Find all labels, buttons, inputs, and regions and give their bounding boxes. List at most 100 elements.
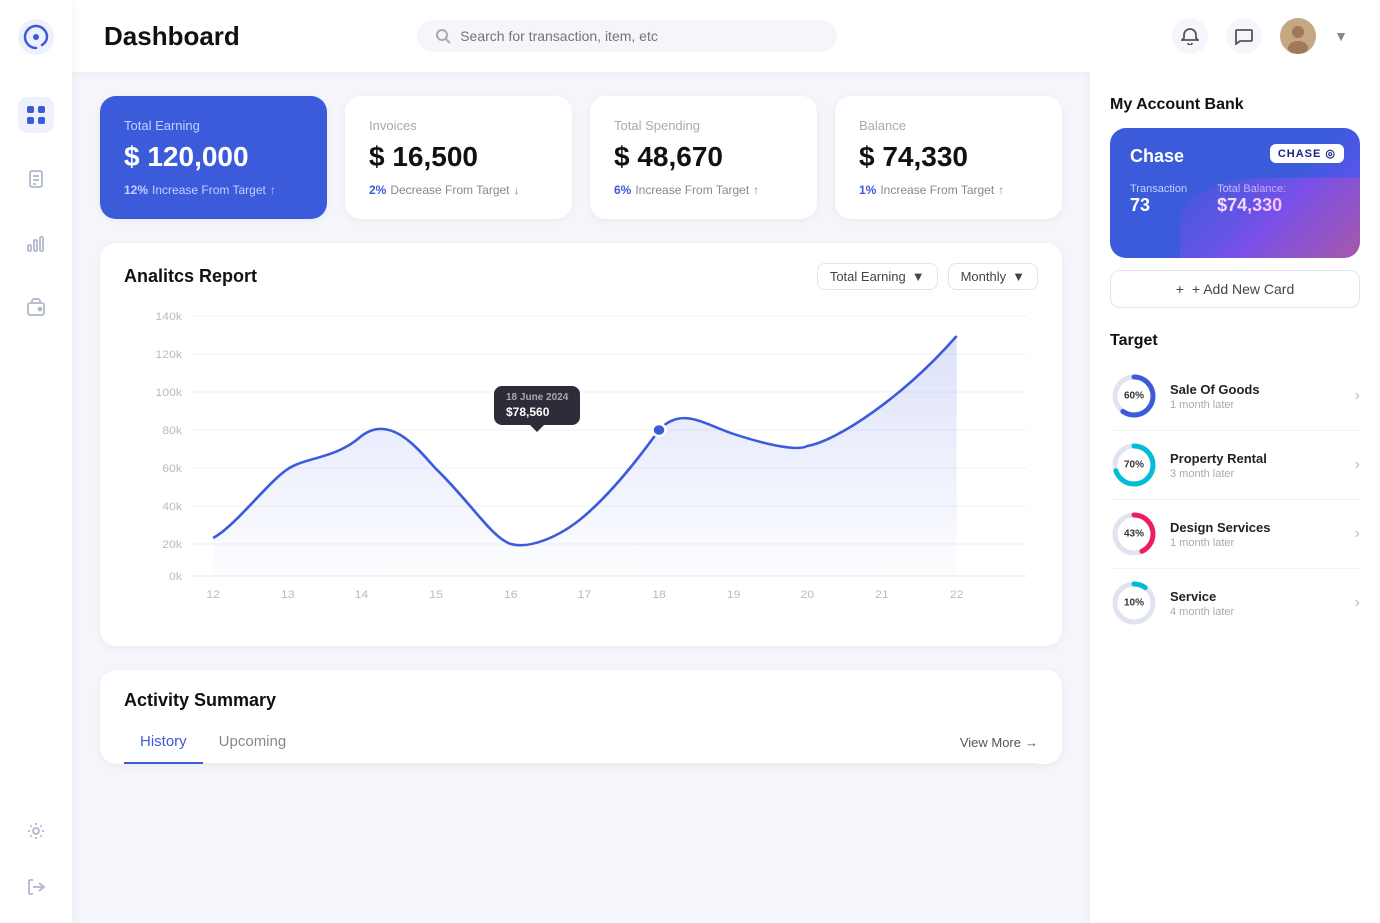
card-trend-invoices: 2% Decrease From Target ↓ — [369, 183, 548, 197]
search-input[interactable] — [460, 28, 819, 44]
sidebar-item-logout[interactable] — [18, 869, 54, 905]
svg-text:20k: 20k — [162, 539, 182, 551]
arrow-right-icon: → — [1025, 735, 1038, 750]
bank-card-logo: CHASE ◎ — [1270, 144, 1344, 163]
sidebar-item-dashboard[interactable] — [18, 97, 54, 133]
target-item-sale-of-goods[interactable]: 60% Sale Of Goods 1 month later › — [1110, 362, 1360, 431]
trend-arrow-balance: ↑ — [998, 183, 1004, 197]
chevron-right-icon-design: › — [1355, 525, 1360, 543]
chart-header: Analitcs Report Total Earning ▼ Monthly … — [124, 263, 1038, 290]
card-total-spending: Total Spending $ 48,670 6% Increase From… — [590, 96, 817, 219]
view-more-label: View More — [960, 735, 1021, 750]
cards-row: Total Earning $ 120,000 12% Increase Fro… — [100, 96, 1062, 219]
target-section: Target 60% Sale Of Goods 1 month later — [1110, 332, 1360, 637]
header: Dashboard — [72, 0, 1380, 72]
card-label-invoices: Invoices — [369, 118, 548, 133]
transaction-label: Transaction — [1130, 183, 1187, 195]
target-name-property-rental: Property Rental — [1170, 451, 1343, 466]
trend-pct-total-earning: 12% — [124, 183, 148, 197]
search-icon — [435, 28, 450, 44]
target-pct-service: 10% — [1124, 598, 1144, 609]
analytics-section: Analitcs Report Total Earning ▼ Monthly … — [100, 243, 1062, 646]
add-card-label: + Add New Card — [1192, 281, 1294, 297]
period-dropdown[interactable]: Monthly ▼ — [948, 263, 1038, 290]
card-trend-total-earning: 12% Increase From Target ↑ — [124, 183, 303, 197]
message-button[interactable] — [1226, 18, 1262, 54]
svg-text:21: 21 — [875, 589, 889, 601]
svg-text:18: 18 — [652, 589, 666, 601]
trend-label-invoices: Decrease From Target — [390, 183, 509, 197]
app-logo[interactable] — [17, 18, 55, 61]
svg-text:80k: 80k — [162, 425, 182, 437]
analytics-chart: 140k 120k 100k 80k 60k 40k 20k 0k 12 13 … — [124, 306, 1038, 606]
right-sidebar: My Account Bank Chase CHASE ◎ Transactio… — [1090, 72, 1380, 923]
trend-label-balance: Increase From Target — [880, 183, 994, 197]
chevron-right-icon-service: › — [1355, 594, 1360, 612]
user-chevron[interactable]: ▼ — [1334, 28, 1348, 44]
chevron-down-icon-2: ▼ — [1012, 269, 1025, 284]
chevron-right-icon-sale: › — [1355, 387, 1360, 405]
trend-pct-invoices: 2% — [369, 183, 386, 197]
earning-dropdown-label: Total Earning — [830, 269, 906, 284]
sidebar-item-analytics[interactable] — [18, 225, 54, 261]
svg-text:17: 17 — [578, 589, 592, 601]
target-item-design-services[interactable]: 43% Design Services 1 month later › — [1110, 500, 1360, 569]
svg-text:19: 19 — [727, 589, 741, 601]
card-invoices: Invoices $ 16,500 2% Decrease From Targe… — [345, 96, 572, 219]
svg-text:0k: 0k — [169, 571, 182, 583]
bank-transaction-stat: Transaction 73 — [1130, 183, 1187, 216]
card-balance: Balance $ 74,330 1% Increase From Target… — [835, 96, 1062, 219]
sidebar — [0, 0, 72, 923]
activity-tabs: History Upcoming View More → — [124, 723, 1038, 764]
add-card-button[interactable]: + + Add New Card — [1110, 270, 1360, 308]
user-avatar[interactable] — [1280, 18, 1316, 54]
target-item-service[interactable]: 10% Service 4 month later › — [1110, 569, 1360, 637]
sidebar-item-documents[interactable] — [18, 161, 54, 197]
target-item-property-rental[interactable]: 70% Property Rental 3 month later › — [1110, 431, 1360, 500]
sidebar-item-settings[interactable] — [18, 813, 54, 849]
target-name-design-services: Design Services — [1170, 520, 1343, 535]
svg-text:15: 15 — [429, 589, 443, 601]
target-circle-service: 10% — [1110, 579, 1158, 627]
card-total-earning: Total Earning $ 120,000 12% Increase Fro… — [100, 96, 327, 219]
svg-text:20: 20 — [800, 589, 814, 601]
target-sub-property-rental: 3 month later — [1170, 468, 1343, 480]
trend-pct-total-spending: 6% — [614, 183, 631, 197]
view-more-button[interactable]: View More → — [960, 735, 1038, 750]
target-sub-service: 4 month later — [1170, 606, 1343, 618]
notification-button[interactable] — [1172, 18, 1208, 54]
target-pct-property-rental: 70% — [1124, 460, 1144, 471]
header-actions: ▼ — [1172, 18, 1348, 54]
bank-card-gradient — [1180, 178, 1360, 258]
tab-upcoming[interactable]: Upcoming — [203, 723, 303, 764]
search-bar[interactable] — [417, 20, 837, 52]
target-sub-design-services: 1 month later — [1170, 537, 1343, 549]
bell-icon — [1181, 27, 1199, 45]
sidebar-item-wallet[interactable] — [18, 289, 54, 325]
chart-container: 140k 120k 100k 80k 60k 40k 20k 0k 12 13 … — [124, 306, 1038, 626]
target-info-property-rental: Property Rental 3 month later — [1170, 451, 1343, 480]
card-trend-total-spending: 6% Increase From Target ↑ — [614, 183, 793, 197]
target-title: Target — [1110, 332, 1360, 350]
card-label-total-spending: Total Spending — [614, 118, 793, 133]
target-sub-sale-of-goods: 1 month later — [1170, 399, 1343, 411]
card-label-balance: Balance — [859, 118, 1038, 133]
target-pct-sale-of-goods: 60% — [1124, 391, 1144, 402]
card-trend-balance: 1% Increase From Target ↑ — [859, 183, 1038, 197]
main-area: Dashboard — [72, 0, 1380, 923]
tab-history[interactable]: History — [124, 723, 203, 764]
card-value-balance: $ 74,330 — [859, 141, 1038, 173]
trend-label-total-spending: Increase From Target — [635, 183, 749, 197]
target-circle-property-rental: 70% — [1110, 441, 1158, 489]
bank-section: My Account Bank Chase CHASE ◎ Transactio… — [1110, 96, 1360, 308]
trend-arrow-total-earning: ↑ — [270, 183, 276, 197]
card-value-total-earning: $ 120,000 — [124, 141, 303, 173]
earning-dropdown[interactable]: Total Earning ▼ — [817, 263, 938, 290]
svg-text:16: 16 — [504, 589, 518, 601]
target-info-sale-of-goods: Sale Of Goods 1 month later — [1170, 382, 1343, 411]
svg-text:14: 14 — [355, 589, 369, 601]
chart-controls: Total Earning ▼ Monthly ▼ — [817, 263, 1038, 290]
card-value-invoices: $ 16,500 — [369, 141, 548, 173]
content-area: Total Earning $ 120,000 12% Increase Fro… — [72, 72, 1380, 923]
target-pct-design-services: 43% — [1124, 529, 1144, 540]
